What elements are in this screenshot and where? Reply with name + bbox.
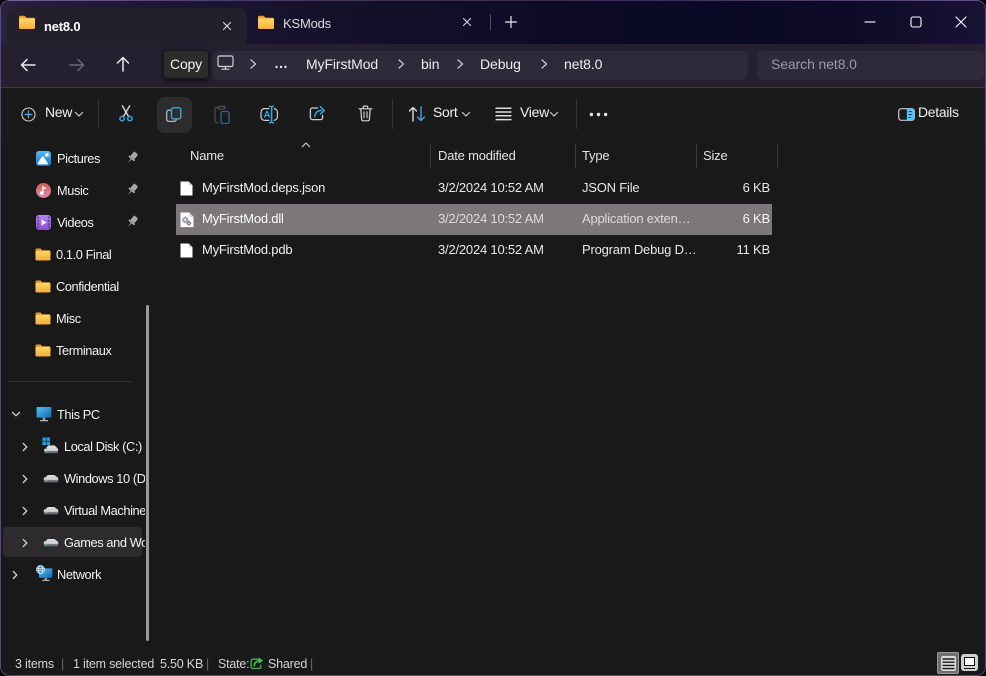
- svg-text:A: A: [264, 110, 271, 121]
